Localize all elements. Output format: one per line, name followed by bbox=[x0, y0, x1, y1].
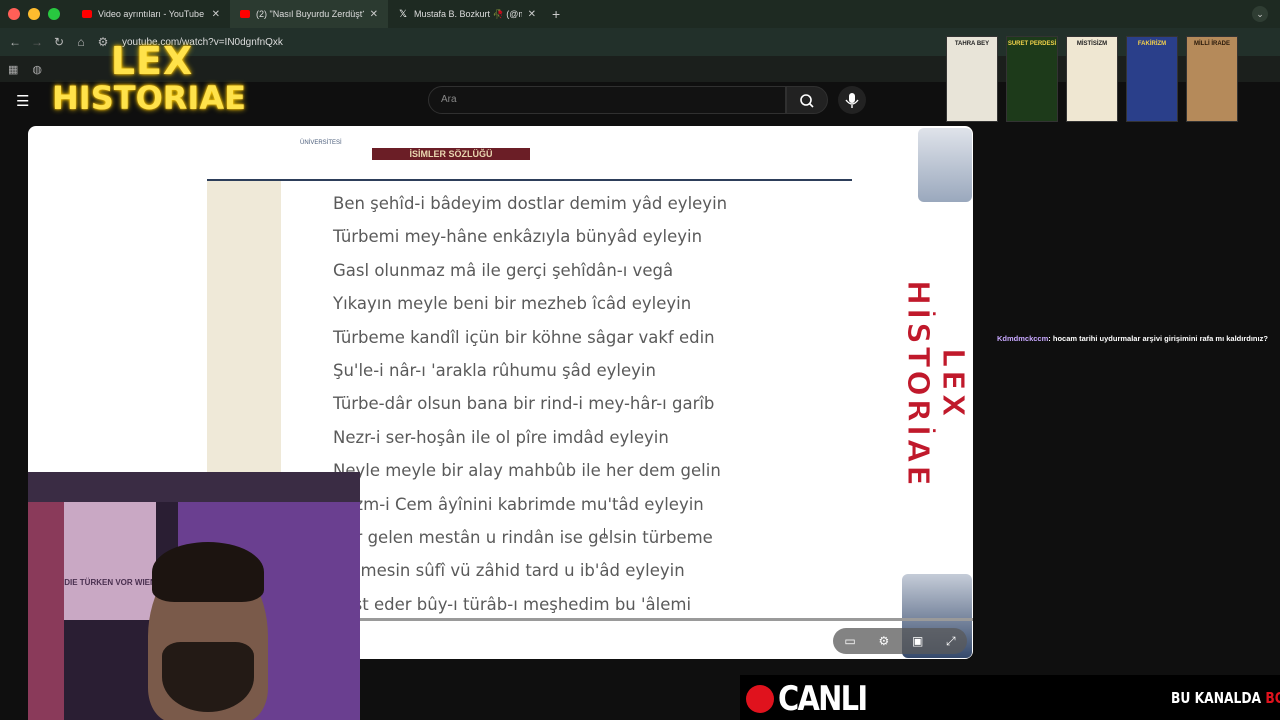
browser-tab-bar: Video ayrıntıları - YouTube St ✕ (2) "Na… bbox=[0, 0, 1280, 28]
search-placeholder: Ara bbox=[441, 94, 457, 105]
close-tab-icon[interactable]: ✕ bbox=[528, 9, 536, 20]
search-button[interactable] bbox=[786, 86, 828, 114]
tab-label: Video ayrıntıları - YouTube St bbox=[98, 9, 206, 19]
poem-line: Gelmesin sûfî vü zâhid tard u ib'âd eyle… bbox=[333, 561, 685, 581]
book-cover: SURET PERDESİ bbox=[1006, 36, 1058, 122]
book-cover: MİSTİSİZM bbox=[1066, 36, 1118, 122]
browser-tab-active[interactable]: (2) "Nasıl Buyurdu Zerdüşt?" ✕ bbox=[230, 0, 388, 28]
book-cover: FAKİRİZM bbox=[1126, 36, 1178, 122]
poem-line: Yıkayın meyle beni bir mezheb îcâd eyley… bbox=[333, 294, 692, 314]
tab-label: (2) "Nasıl Buyurdu Zerdüşt?" bbox=[256, 9, 364, 19]
book-title: SURET PERDESİ bbox=[1007, 41, 1057, 47]
window-controls bbox=[8, 8, 60, 20]
chat-message: Kdmdmckccm: hocam tarihi uydurmalar arşi… bbox=[997, 334, 1268, 343]
document-rule bbox=[207, 179, 852, 181]
theater-icon[interactable]: ▣ bbox=[912, 634, 923, 648]
channel-logo-overlay: LEX HISTORIAE bbox=[52, 39, 246, 122]
maximize-window-button[interactable] bbox=[48, 8, 60, 20]
shelf bbox=[28, 472, 360, 502]
poem-line: Nezr-i ser-hoşân ile ol pîre imdâd eyley… bbox=[333, 427, 669, 447]
book-covers: TAHRA BEY SURET PERDESİ MİSTİSİZM FAKİRİ… bbox=[946, 36, 1238, 122]
ticker-white: BU KANALDA bbox=[1171, 689, 1266, 707]
document-header: ÜNİVERSİTESİ bbox=[300, 140, 342, 146]
globe-icon[interactable]: ◍ bbox=[32, 63, 42, 76]
poem-line: Gasl olunmaz mâ ile gerçi şehîdân-ı vegâ bbox=[333, 260, 674, 280]
live-label: CANLI bbox=[778, 679, 868, 719]
logo-line-2: HISTORIAE bbox=[52, 79, 246, 117]
streamer-hair bbox=[152, 542, 264, 602]
book-title: TAHRA BEY bbox=[954, 41, 990, 47]
youtube-icon bbox=[82, 10, 92, 18]
minimize-window-button[interactable] bbox=[28, 8, 40, 20]
new-tab-button[interactable]: + bbox=[552, 6, 560, 22]
close-tab-icon[interactable]: ✕ bbox=[370, 9, 378, 20]
search-icon bbox=[800, 94, 814, 108]
browser-tab[interactable]: Video ayrıntıları - YouTube St ✕ bbox=[72, 0, 230, 28]
bookshelf-left bbox=[28, 502, 64, 720]
back-arrow-icon[interactable]: ← bbox=[4, 35, 26, 49]
book-cover: MİLLİ İRADE bbox=[1186, 36, 1238, 122]
poem-line: Şu'le-i nâr-ı 'arakla rûhumu şâd eyleyin bbox=[333, 360, 656, 380]
youtube-icon bbox=[240, 10, 250, 18]
chat-text: : hocam tarihi uydurmalar arşivi girişim… bbox=[1048, 334, 1268, 343]
player-controls: ▭ ⚙ ▣ ⤢ bbox=[833, 628, 967, 654]
book-title: FAKİRİZM bbox=[1137, 41, 1167, 47]
apps-grid-icon[interactable]: ▦ bbox=[8, 63, 18, 76]
vertical-channel-title: LEX HİSTORİAE bbox=[900, 279, 971, 489]
ticker-red: BOŞ M bbox=[1265, 689, 1280, 707]
book-title: MİSTİSİZM bbox=[1076, 41, 1108, 47]
text-cursor-icon bbox=[604, 528, 605, 537]
x-icon: 𝕏 bbox=[398, 8, 408, 20]
streamer-beard bbox=[162, 642, 254, 712]
microphone-icon bbox=[845, 93, 859, 108]
tab-label: Mustafa B. Bozkurt 🥀 (@mu bbox=[414, 8, 522, 19]
close-tab-icon[interactable]: ✕ bbox=[212, 9, 220, 20]
settings-icon[interactable]: ⚙ bbox=[878, 634, 889, 648]
webcam-overlay: DIE TÜRKEN VOR WIEN bbox=[28, 472, 360, 720]
fullscreen-icon[interactable]: ⤢ bbox=[946, 634, 956, 649]
voice-search-button[interactable] bbox=[838, 86, 866, 114]
search-input[interactable]: Ara bbox=[428, 86, 786, 114]
poem-line: Bezm-i Cem âyînini kabrimde mu'tâd eyley… bbox=[333, 494, 704, 514]
document-title-band: İSİMLER SÖZLÜĞÜ bbox=[372, 148, 530, 160]
poem-line: Ben şehîd-i bâdeyim dostlar demim yâd ey… bbox=[333, 194, 728, 213]
live-banner: CANLI BU KANALDA BOŞ M bbox=[740, 675, 1280, 720]
ticker-text: BU KANALDA BOŞ M bbox=[1171, 689, 1280, 707]
poem-text: Ben şehîd-i bâdeyim dostlar demim yâd ey… bbox=[333, 192, 813, 626]
poem-line: Her gelen mestân u rindân ise gelsin tür… bbox=[333, 527, 713, 547]
browser-tab[interactable]: 𝕏 Mustafa B. Bozkurt 🥀 (@mu ✕ bbox=[388, 0, 546, 28]
tab-list-chevron-icon[interactable]: ⌄ bbox=[1252, 6, 1268, 22]
logo-line-1: LEX bbox=[110, 39, 194, 83]
poem-line: Kast eder bûy-ı türâb-ı meşhedim bu 'âle… bbox=[333, 594, 692, 614]
screen: Video ayrıntıları - YouTube St ✕ (2) "Na… bbox=[0, 0, 1280, 720]
menu-icon[interactable]: ☰ bbox=[16, 92, 29, 110]
book-cover: TAHRA BEY bbox=[946, 36, 998, 122]
wall-poster: DIE TÜRKEN VOR WIEN bbox=[64, 502, 156, 620]
close-window-button[interactable] bbox=[8, 8, 20, 20]
figure-illustration-top bbox=[918, 128, 972, 202]
forward-arrow-icon[interactable]: → bbox=[26, 35, 48, 49]
poem-line: Türbe-dâr olsun bana bir rind-i mey-hâr-… bbox=[333, 394, 715, 414]
subtitles-icon[interactable]: ▭ bbox=[844, 634, 855, 648]
live-dot-icon bbox=[746, 685, 774, 713]
poem-line: Neyle meyle bir alay mahbûb ile her dem … bbox=[333, 461, 721, 481]
chat-username: Kdmdmckccm bbox=[997, 334, 1049, 343]
poster-text: DIE TÜRKEN VOR WIEN bbox=[64, 578, 156, 587]
poem-line: Türbeme kandîl içün bir köhne sâgar vakf… bbox=[333, 327, 715, 347]
poem-line: Türbemi mey-hâne enkâzıyla bünyâd eyleyi… bbox=[333, 227, 703, 247]
book-title: MİLLİ İRADE bbox=[1194, 41, 1230, 47]
